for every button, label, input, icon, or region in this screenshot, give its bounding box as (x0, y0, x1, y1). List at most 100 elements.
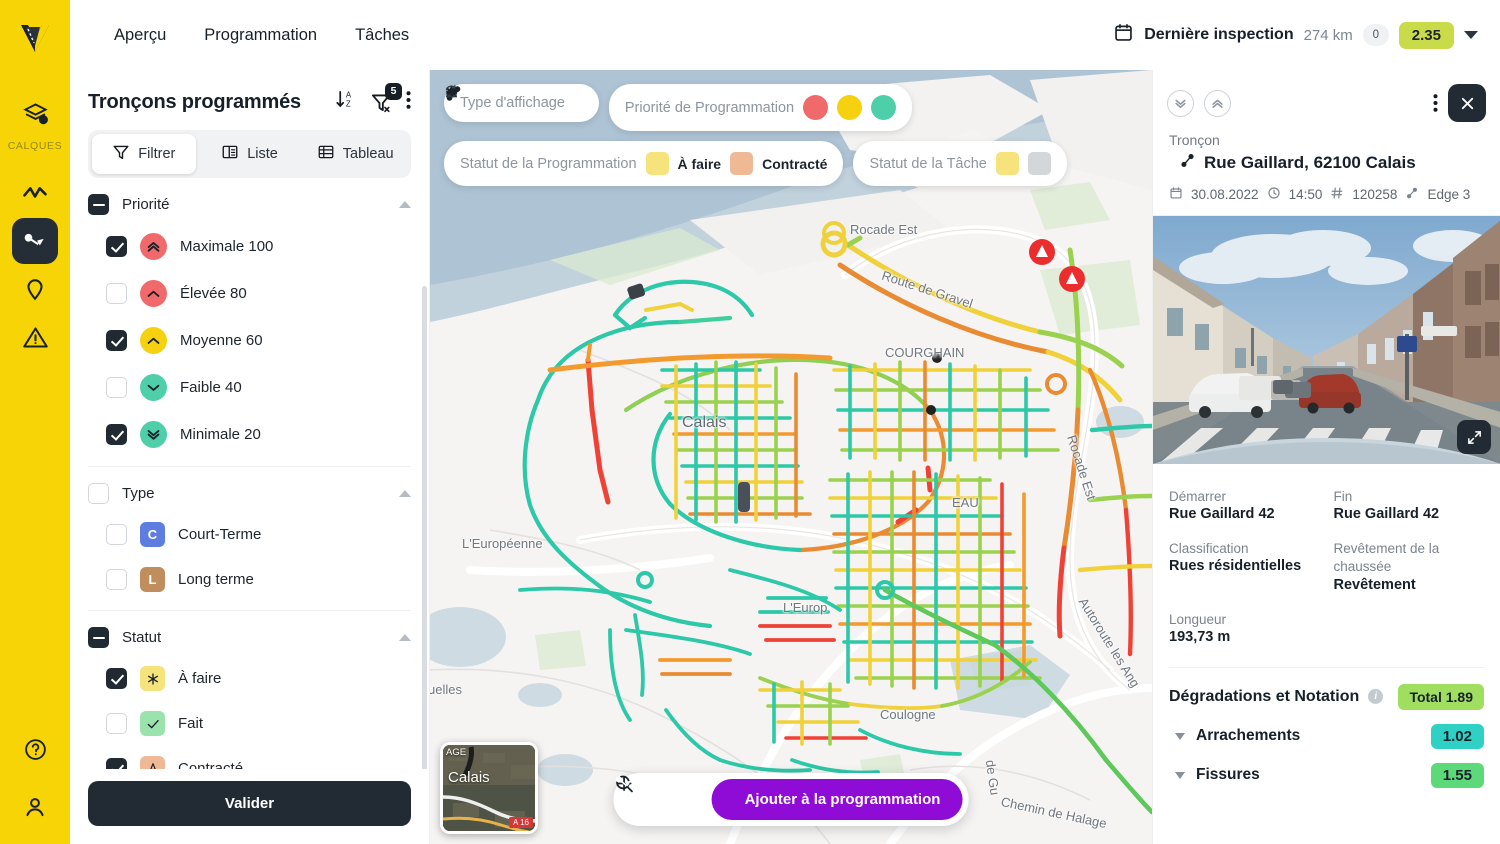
tab-liste[interactable]: Liste (198, 134, 302, 174)
main-nav: Aperçu Programmation Tâches (100, 18, 423, 53)
checkbox-minimale[interactable] (106, 424, 127, 445)
filter-row-maximale[interactable]: Maximale 100 (88, 223, 411, 270)
sidebar-item-analytics[interactable] (12, 170, 58, 216)
expand-icon[interactable] (1457, 420, 1491, 454)
plus-icon[interactable] (616, 776, 708, 819)
list-panel-icon (221, 143, 239, 165)
panel-header: Tronçons programmés A Z 5 (70, 70, 429, 116)
filter-group-header[interactable]: Priorité (88, 192, 411, 223)
info-icon[interactable]: i (1368, 689, 1384, 705)
filter-row-minimale[interactable]: Minimale 20 (88, 411, 411, 458)
minimap-city-label: Calais (448, 769, 490, 786)
chip-priorite-de-programmation[interactable]: Priorité de Programmation (446, 84, 913, 131)
chevron-up-icon[interactable] (399, 490, 411, 497)
chevron-down-icon[interactable] (1175, 771, 1185, 779)
detail-section-label: Tronçon (1169, 132, 1220, 148)
filter-row-a-faire[interactable]: À faire (88, 656, 411, 701)
chip-statut-de-la-programmation[interactable]: Statut de la Programmation À faire Contr… (444, 85, 844, 186)
checkbox-contracte[interactable] (106, 758, 127, 769)
panel-scrollbar[interactable] (422, 286, 427, 769)
sidebar-item-places[interactable] (12, 266, 58, 312)
group-checkbox-statut[interactable] (88, 627, 109, 648)
validate-button[interactable]: Valider (88, 781, 411, 826)
nav-item-apercu[interactable]: Aperçu (100, 18, 180, 53)
chip-label: Statut de la Tâche (869, 155, 987, 172)
filter-row-faible[interactable]: Faible 40 (88, 364, 411, 411)
tab-filtrer[interactable]: Filtrer (92, 134, 196, 174)
rail-section-label: CALQUES (7, 140, 63, 152)
sort-az-icon[interactable]: A Z (334, 88, 357, 116)
map-canvas[interactable]: Rocade Est COURGHAIN Calais L'Européenne… (430, 70, 1152, 844)
chevron-double-down-circle-icon[interactable] (1167, 89, 1194, 117)
vialytics-logo-icon[interactable] (13, 16, 57, 60)
header-inspection-summary: Dernière inspection 274 km 0 2.35 (1113, 21, 1478, 49)
task-badge-a-faire[interactable] (446, 86, 1019, 175)
checkbox-maximale[interactable] (106, 236, 127, 257)
filter-row-label: Contracté (178, 760, 244, 769)
filter-group-title: Priorité (122, 196, 170, 213)
checkbox-long-terme[interactable] (106, 569, 127, 590)
filter-group-header[interactable]: Statut (88, 625, 411, 656)
checkbox-court-terme[interactable] (106, 524, 127, 545)
inspection-label: Dernière inspection (1144, 26, 1294, 43)
tab-tableau-label: Tableau (342, 146, 394, 162)
chevron-up-icon[interactable] (399, 201, 411, 208)
filter-row-fait[interactable]: Fait (88, 701, 411, 746)
checkbox-moyenne[interactable] (106, 330, 127, 351)
filter-group-header[interactable]: Type (88, 481, 411, 512)
filter-remove-icon[interactable]: 5 (370, 82, 402, 114)
degradation-row-fissures[interactable]: Fissures 1.55 (1153, 749, 1500, 788)
field-key-longueur: Longueur (1169, 611, 1227, 627)
checkbox-elevee[interactable] (106, 283, 127, 304)
svg-text:A: A (346, 91, 352, 100)
priority-badge-moyenne (140, 327, 167, 354)
priority-circle-min[interactable] (446, 87, 897, 120)
sidebar-item-segments[interactable] (12, 218, 58, 264)
add-to-programming-button[interactable]: Ajouter à la programmation (615, 776, 963, 820)
sidebar-item-alerts[interactable] (12, 314, 58, 360)
rail-bottom-icons (12, 726, 58, 830)
field-value-revetement: Revêtement (1333, 576, 1416, 593)
minimap-thumbnail[interactable]: AGE Calais A 16 (440, 742, 538, 834)
filter-row-contracte[interactable]: Contracté (88, 746, 411, 769)
field-key-fin: Fin (1333, 489, 1353, 504)
status-badge-contracte[interactable] (445, 85, 754, 175)
tab-tableau[interactable]: Tableau (303, 134, 407, 174)
status-badge-a-faire[interactable] (446, 86, 669, 175)
filter-row-elevee[interactable]: Élevée 80 (88, 270, 411, 317)
kebab-menu-icon[interactable] (406, 90, 411, 115)
chevron-up-icon[interactable] (399, 634, 411, 641)
group-checkbox-priorite[interactable] (88, 194, 109, 215)
chevron-double-up-circle-icon[interactable] (1204, 89, 1231, 117)
kebab-menu-icon[interactable] (1433, 93, 1438, 113)
field-value-demarrer: Rue Gaillard 42 (1169, 506, 1275, 523)
priority-circle-max[interactable] (446, 87, 829, 120)
group-checkbox-type[interactable] (88, 483, 109, 504)
inspection-distance: 274 km (1303, 26, 1353, 44)
user-icon[interactable] (12, 784, 58, 830)
nav-item-programmation[interactable]: Programmation (190, 18, 331, 53)
checkbox-faible[interactable] (106, 377, 127, 398)
checkbox-fait[interactable] (106, 713, 127, 734)
degradations-header: Dégradations et Notation i Total 1.89 (1153, 668, 1500, 710)
priority-circle-med[interactable] (446, 89, 863, 120)
nav-item-taches[interactable]: Tâches (341, 18, 423, 53)
map-action-bar: Ajouter à la programmation (613, 773, 969, 826)
detail-id: 120258 (1352, 187, 1398, 202)
street-view-photo[interactable] (1153, 216, 1500, 464)
filter-group-statut: Statut À faire Fait Contracté (88, 611, 411, 769)
sidebar-item-calques[interactable] (12, 90, 58, 136)
chevron-down-icon[interactable] (1175, 732, 1185, 740)
refresh-icon[interactable] (445, 84, 1051, 175)
tab-liste-label: Liste (247, 146, 278, 162)
help-circle-icon[interactable] (12, 726, 58, 772)
filter-row-long-terme[interactable]: L Long terme (88, 557, 411, 602)
degradation-row-arrachements[interactable]: Arrachements 1.02 (1153, 710, 1500, 749)
checkbox-a-faire[interactable] (106, 668, 127, 689)
filter-row-moyenne[interactable]: Moyenne 60 (88, 317, 411, 364)
filter-row-court-terme[interactable]: C Court-Terme (88, 512, 411, 557)
chevron-down-icon[interactable] (1464, 31, 1478, 39)
chip-statut-de-la-tache[interactable]: Statut de la Tâche (445, 84, 1067, 186)
close-icon[interactable] (1448, 84, 1486, 122)
chip-type-daffichage[interactable]: Type d'affichage (444, 84, 599, 122)
